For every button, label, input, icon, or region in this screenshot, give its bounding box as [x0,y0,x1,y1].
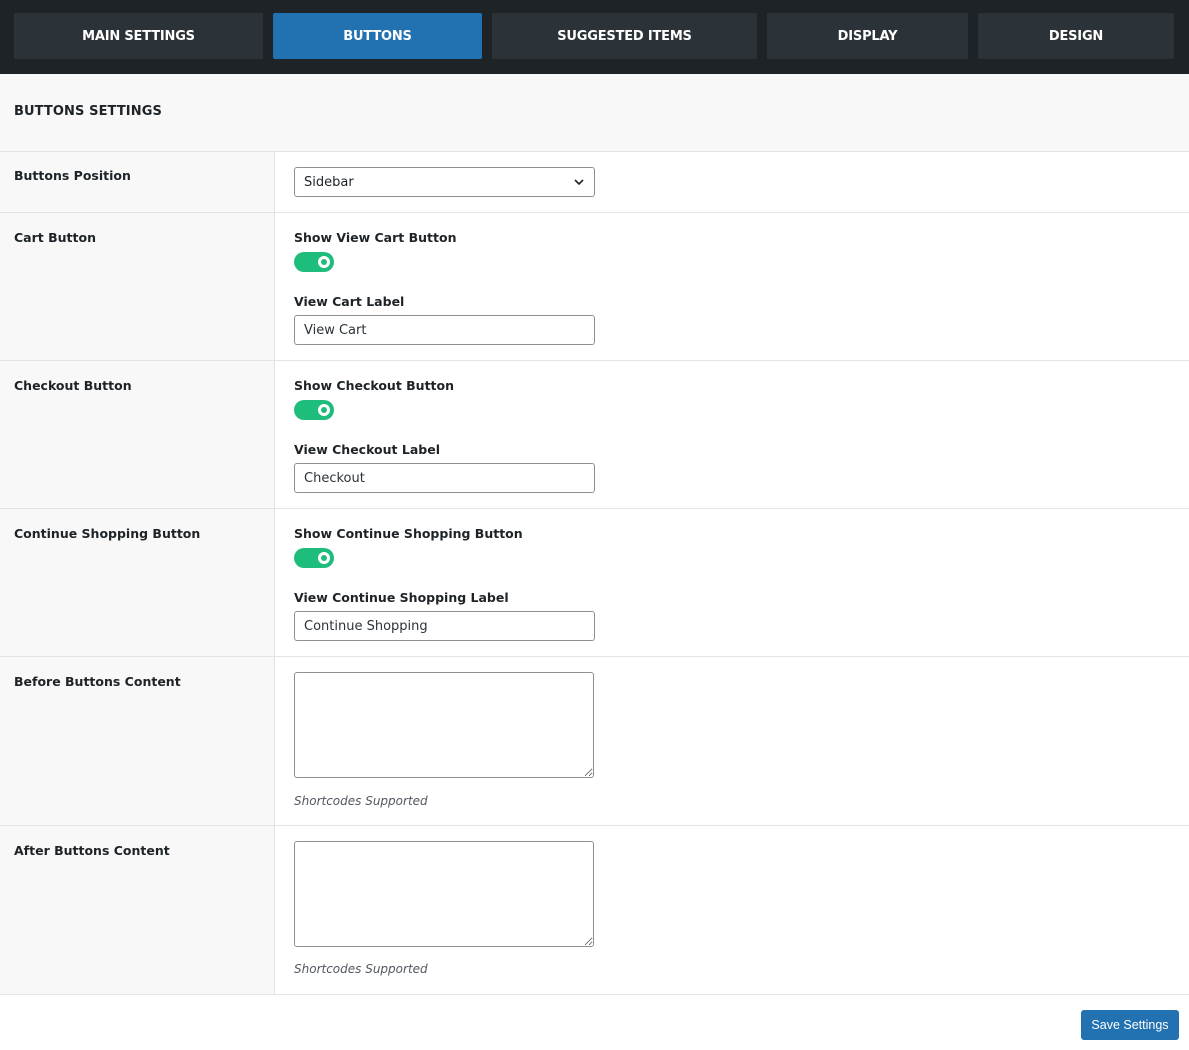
continue-shopping-button-label: Continue Shopping Button [14,526,201,541]
row-buttons-position: Buttons Position Sidebar [0,152,1189,213]
section-header: BUTTONS SETTINGS [0,74,1189,152]
row-label-cell: Buttons Position [0,152,275,212]
show-view-cart-label: Show View Cart Button [294,230,457,245]
view-checkout-label-heading: View Checkout Label [294,442,440,457]
tab-main-settings[interactable]: MAIN SETTINGS [14,13,263,59]
show-continue-shopping-toggle[interactable] [294,548,334,568]
checkout-button-label: Checkout Button [14,378,132,393]
row-checkout-button: Checkout Button Show Checkout Button Vie… [0,361,1189,509]
toggle-knob [318,404,330,416]
show-checkout-toggle[interactable] [294,400,334,420]
row-label-cell: After Buttons Content [0,826,275,994]
show-continue-shopping-label: Show Continue Shopping Button [294,526,523,541]
view-cart-label-heading: View Cart Label [294,294,405,309]
tab-display[interactable]: DISPLAY [767,13,968,59]
tab-suggested-items[interactable]: SUGGESTED ITEMS [492,13,757,59]
tab-design[interactable]: DESIGN [978,13,1174,59]
row-continue-shopping-button: Continue Shopping Button Show Continue S… [0,509,1189,657]
before-buttons-content-textarea[interactable] [294,672,594,778]
before-buttons-content-label: Before Buttons Content [14,674,181,689]
shortcodes-hint: Shortcodes Supported [294,962,428,976]
toggle-knob [318,256,330,268]
save-settings-button[interactable]: Save Settings [1081,1010,1179,1040]
show-view-cart-toggle[interactable] [294,252,334,272]
chevron-down-icon [574,179,584,186]
row-before-buttons-content: Before Buttons Content Shortcodes Suppor… [0,657,1189,826]
toggle-knob [318,552,330,564]
row-cart-button: Cart Button Show View Cart Button View C… [0,213,1189,361]
view-checkout-label-input[interactable] [294,463,595,493]
buttons-position-selected-value: Sidebar [304,174,354,190]
section-title: BUTTONS SETTINGS [14,104,162,119]
view-continue-shopping-label-heading: View Continue Shopping Label [294,590,509,605]
view-continue-shopping-label-input[interactable] [294,611,595,641]
row-label-cell: Continue Shopping Button [0,509,275,656]
shortcodes-hint: Shortcodes Supported [294,794,428,808]
view-cart-label-input[interactable] [294,315,595,345]
buttons-position-label: Buttons Position [14,168,131,183]
row-after-buttons-content: After Buttons Content Shortcodes Support… [0,826,1189,995]
settings-tab-bar: MAIN SETTINGS BUTTONS SUGGESTED ITEMS DI… [0,0,1189,74]
after-buttons-content-label: After Buttons Content [14,843,170,858]
buttons-position-select[interactable]: Sidebar [294,167,595,197]
show-checkout-label: Show Checkout Button [294,378,455,393]
cart-button-label: Cart Button [14,230,96,245]
row-label-cell: Cart Button [0,213,275,360]
tab-buttons[interactable]: BUTTONS [273,13,482,59]
after-buttons-content-textarea[interactable] [294,841,594,947]
row-label-cell: Checkout Button [0,361,275,508]
row-label-cell: Before Buttons Content [0,657,275,825]
